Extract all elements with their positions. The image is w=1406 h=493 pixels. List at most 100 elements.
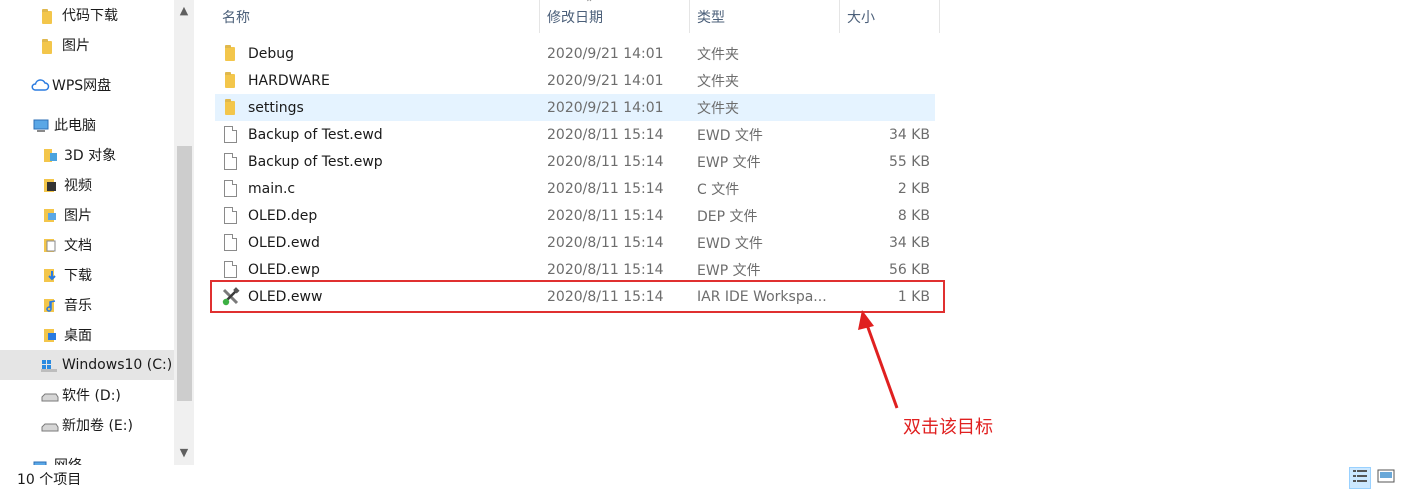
column-header-date[interactable]: 修改日期	[540, 0, 690, 33]
file-name-cell[interactable]: OLED.ewp	[223, 256, 320, 283]
scrollbar-thumb[interactable]	[177, 146, 192, 401]
file-icon	[223, 233, 239, 252]
column-header-type[interactable]: 类型	[690, 0, 840, 33]
file-type: EWP 文件	[697, 262, 761, 279]
file-date: 2020/8/11 15:14	[547, 261, 664, 278]
nav-item-documents[interactable]: 文档	[0, 230, 174, 260]
download-icon	[42, 266, 60, 284]
drive-icon	[40, 416, 59, 434]
video-icon	[42, 176, 60, 194]
computer-icon	[32, 116, 50, 134]
file-icon	[223, 260, 239, 279]
windows-drive-icon	[40, 356, 58, 374]
nav-item-music[interactable]: 音乐	[0, 290, 174, 320]
file-row[interactable]: Backup of Test.ewp 2020/8/11 15:14 EWP 文件 5…	[215, 148, 935, 175]
file-date: 2020/8/11 15:14	[547, 126, 664, 143]
file-row[interactable]: OLED.ewp 2020/8/11 15:14 EWP 文件 56 KB	[215, 256, 935, 283]
large-icons-view-icon	[1377, 469, 1395, 487]
file-name: main.c	[248, 180, 296, 197]
annotation-arrow-icon	[858, 310, 899, 409]
folder-icon	[40, 36, 58, 54]
large-icons-view-button[interactable]	[1375, 467, 1397, 489]
file-name: OLED.ewd	[248, 234, 320, 251]
file-name-cell[interactable]: settings	[223, 94, 304, 121]
file-name: Backup of Test.ewd	[248, 126, 383, 143]
scroll-up-icon[interactable]: ▲	[174, 0, 194, 20]
file-row[interactable]: main.c 2020/8/11 15:14 C 文件 2 KB	[215, 175, 935, 202]
file-date: 2020/8/11 15:14	[547, 234, 664, 251]
item-count: 10 个项目	[17, 472, 82, 488]
file-name-cell[interactable]: main.c	[223, 175, 295, 202]
file-type: 文件夹	[697, 100, 739, 117]
file-type: EWD 文件	[697, 127, 763, 144]
file-row[interactable]: Debug 2020/9/21 14:01 文件夹	[215, 40, 935, 67]
file-row[interactable]: settings 2020/9/21 14:01 文件夹	[215, 94, 935, 121]
file-name: Backup of Test.ewp	[248, 153, 383, 170]
status-bar: 10 个项目	[0, 465, 1406, 493]
pictures-icon	[42, 206, 60, 224]
3d-objects-icon	[42, 146, 60, 164]
nav-item-pictures[interactable]: 图片	[0, 200, 174, 230]
annotation-text: 双击该目标	[903, 417, 993, 438]
nav-item-downloads[interactable]: 下载	[0, 260, 174, 290]
documents-icon	[42, 236, 60, 254]
file-size: 34 KB	[888, 126, 930, 143]
file-type: 文件夹	[697, 73, 739, 90]
file-row[interactable]: HARDWARE 2020/9/21 14:01 文件夹	[215, 67, 935, 94]
nav-item-pictures-quick[interactable]: 图片	[0, 30, 174, 60]
file-name: OLED.dep	[248, 207, 318, 224]
folder-icon	[223, 44, 239, 63]
nav-item-this-pc[interactable]: 此电脑	[0, 110, 174, 140]
details-view-button[interactable]	[1349, 467, 1371, 489]
file-icon	[223, 206, 239, 225]
file-date: 2020/8/11 15:14	[547, 180, 664, 197]
file-row[interactable]: OLED.dep 2020/8/11 15:14 DEP 文件 8 KB	[215, 202, 935, 229]
file-date: 2020/8/11 15:14	[547, 207, 664, 224]
file-name-cell[interactable]: HARDWARE	[223, 67, 330, 94]
nav-item-drive-d[interactable]: 软件 (D:)	[0, 380, 174, 410]
cloud-icon	[30, 76, 50, 94]
file-icon	[223, 152, 239, 171]
nav-item-3d-objects[interactable]: 3D 对象	[0, 140, 174, 170]
file-size: 34 KB	[888, 234, 930, 251]
file-name: HARDWARE	[248, 72, 330, 89]
file-icon	[223, 125, 239, 144]
desktop-icon	[42, 326, 60, 344]
file-type: 文件夹	[697, 46, 739, 63]
file-type: DEP 文件	[697, 208, 758, 225]
file-date: 2020/8/11 15:14	[547, 153, 664, 170]
file-date: 2020/9/21 14:01	[547, 99, 664, 116]
nav-item-videos[interactable]: 视频	[0, 170, 174, 200]
file-name-cell[interactable]: Debug	[223, 40, 294, 67]
network-icon	[32, 456, 50, 465]
nav-item-wps-cloud[interactable]: WPS网盘	[0, 70, 174, 100]
file-size: 2 KB	[897, 180, 930, 197]
file-date: 2020/9/21 14:01	[547, 45, 664, 62]
column-header-name[interactable]: 名称	[215, 0, 540, 33]
navigation-pane: 代码下载 图片 WPS网盘 此电脑 3D 对象 视频 图片 文档 下载 音乐 桌…	[0, 0, 196, 465]
nav-scrollbar[interactable]: ▲ ▼	[174, 0, 194, 465]
file-row[interactable]: OLED.ewd 2020/8/11 15:14 EWD 文件 34 KB	[215, 229, 935, 256]
nav-item-code-download[interactable]: 代码下载	[0, 0, 174, 30]
scroll-down-icon[interactable]: ▼	[174, 442, 194, 462]
file-name-cell[interactable]: Backup of Test.ewp	[223, 148, 383, 175]
file-name-cell[interactable]: OLED.dep	[223, 202, 317, 229]
file-row[interactable]: Backup of Test.ewd 2020/8/11 15:14 EWD 文件 3…	[215, 121, 935, 148]
nav-item-drive-c[interactable]: Windows10 (C:)	[0, 350, 174, 380]
nav-item-drive-e[interactable]: 新加卷 (E:)	[0, 410, 174, 440]
nav-item-network[interactable]: 网络	[0, 450, 174, 465]
highlight-box	[210, 280, 945, 313]
column-header-size[interactable]: 大小	[840, 0, 940, 33]
drive-icon	[40, 386, 59, 404]
file-name: Debug	[248, 45, 295, 62]
file-type: C 文件	[697, 181, 740, 198]
file-name-cell[interactable]: Backup of Test.ewd	[223, 121, 383, 148]
file-name: settings	[248, 99, 304, 116]
folder-icon	[223, 98, 239, 117]
file-date: 2020/9/21 14:01	[547, 72, 664, 89]
file-name-cell[interactable]: OLED.ewd	[223, 229, 320, 256]
file-size: 56 KB	[888, 261, 930, 278]
file-size: 8 KB	[897, 207, 930, 224]
nav-item-desktop[interactable]: 桌面	[0, 320, 174, 350]
folder-icon	[40, 6, 58, 24]
